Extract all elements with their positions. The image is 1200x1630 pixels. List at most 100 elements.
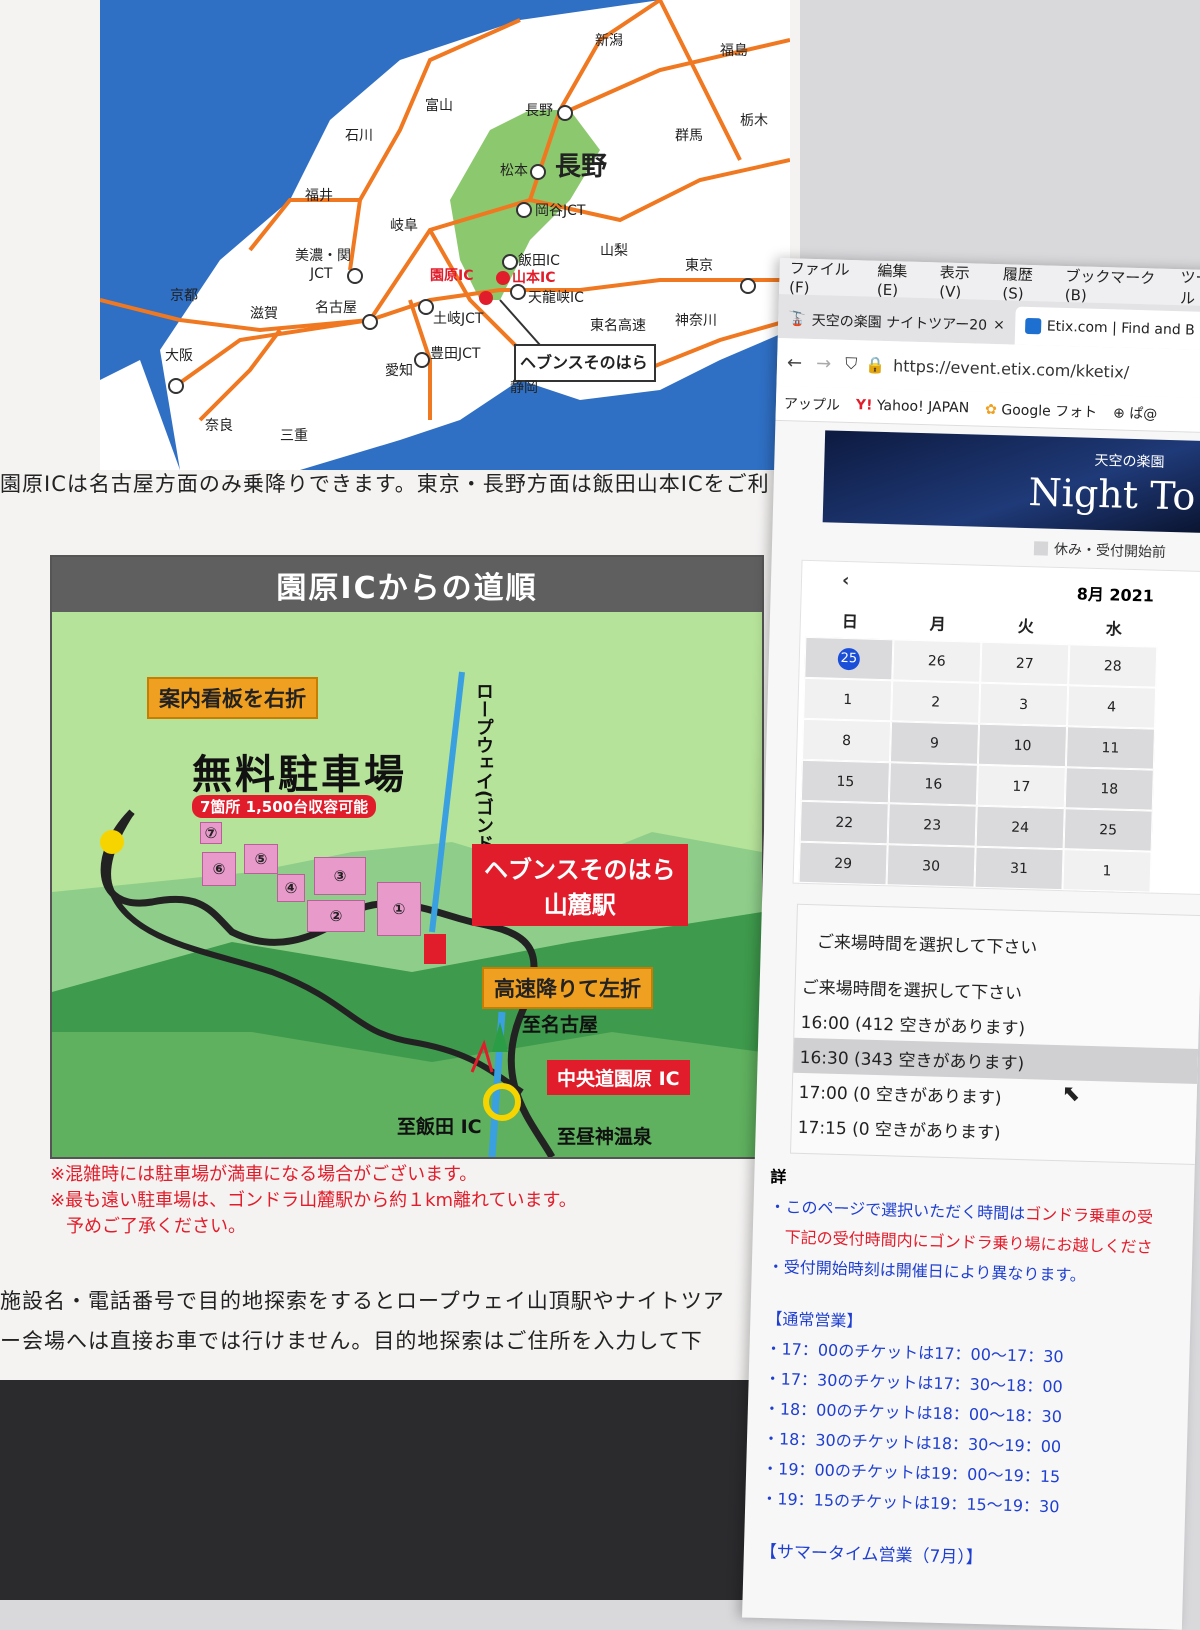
calendar-day[interactable]: 26	[892, 639, 981, 682]
svg-text:天龍峡IC: 天龍峡IC	[528, 289, 584, 306]
browser-window: ファイル(F) 編集(E) 表示(V) 履歴(S) ブックマーク(B) ツール …	[742, 258, 1200, 1630]
svg-text:群馬: 群馬	[675, 128, 703, 144]
calendar-day[interactable]: 27	[980, 642, 1069, 685]
bookmark-yahoo[interactable]: Y! Yahoo! JAPAN	[856, 397, 970, 416]
svg-text:山梨: 山梨	[600, 243, 628, 259]
menu-tools[interactable]: ツール	[1180, 266, 1200, 309]
dow-sun: 日	[805, 601, 894, 639]
menu-view[interactable]: 表示(V)	[939, 261, 985, 301]
svg-text:福井: 福井	[305, 188, 333, 204]
pinwheel-icon: ✿	[985, 402, 997, 418]
dow-tue: 火	[981, 606, 1070, 644]
gondola-icon: 🚡	[788, 311, 806, 327]
today-marker: 25	[838, 647, 861, 670]
parking-lot-4: ④	[277, 874, 305, 902]
normal-hours-heading: 【通常営業】	[766, 1305, 1191, 1341]
free-parking-title: 無料駐車場	[192, 742, 407, 800]
tab-night-tour[interactable]: 🚡 天空の楽園 ナイトツアー20 ×	[778, 300, 1016, 345]
calendar-day[interactable]: 4	[1067, 685, 1156, 728]
route-guide: 園原ICからの道順 案内看板を右折 無料駐車場 7箇所 1,500台収容可能	[50, 555, 764, 1159]
forward-arrow-icon[interactable]: →	[816, 353, 832, 374]
info-bullet-1-cont: 下記の受付時間内にゴンドラ乗り場にお越しくださ	[784, 1224, 1193, 1259]
svg-text:岐阜: 岐阜	[390, 217, 418, 234]
arrival-time-select[interactable]: ご来場時間を選択して下さい ご来場時間を選択して下さい 16:00 (412 空…	[790, 904, 1200, 1166]
calendar-day[interactable]: 10	[978, 724, 1067, 767]
svg-text:岡谷JCT: 岡谷JCT	[535, 203, 586, 219]
parking-note-3: 予めご了承ください。	[66, 1212, 246, 1238]
banner-title: Night To	[1028, 470, 1196, 519]
reception-info: 詳 ・このページで選択いただく時間はゴンドラ乗車の受 下記の受付時間内にゴンドラ…	[760, 1163, 1195, 1574]
calendar-day[interactable]: 2	[891, 680, 980, 723]
calendar-day[interactable]: 23	[888, 803, 977, 846]
schedule-item: ・17：00のチケットは17：00〜17：30	[765, 1335, 1190, 1371]
svg-text:豊田JCT: 豊田JCT	[430, 346, 481, 362]
calendar-day[interactable]: 16	[889, 762, 978, 805]
svg-text:滋賀: 滋賀	[250, 306, 278, 322]
calendar-day[interactable]: 8	[802, 719, 891, 762]
calendar-grid: 日 月 火 水 25 26 27 28 1 2 3 4 8 9 10 11 15…	[799, 601, 1200, 894]
calendar-day[interactable]: 11	[1066, 726, 1155, 769]
prev-month-button[interactable]: ‹	[842, 570, 850, 591]
svg-text:山本IC: 山本IC	[512, 269, 555, 286]
parking-lot-5: ⑤	[244, 844, 278, 874]
svg-text:静岡: 静岡	[510, 380, 538, 396]
tab-etix[interactable]: Etix.com | Find and B	[1014, 307, 1200, 350]
calendar-day[interactable]: 3	[979, 683, 1068, 726]
calendar-day[interactable]: 22	[800, 801, 889, 844]
dow-mon: 月	[893, 603, 982, 641]
calendar-day[interactable]: 1	[803, 678, 892, 721]
calendar-day[interactable]: 17	[977, 765, 1066, 808]
route-guide-body: 案内看板を右折 無料駐車場 7箇所 1,500台収容可能 ロープウェイ(ゴンドラ…	[52, 612, 762, 1157]
calendar-day[interactable]: 30	[887, 844, 976, 887]
svg-text:石川: 石川	[345, 128, 373, 144]
calendar-day[interactable]: 1	[1062, 849, 1151, 892]
parking-lot-7: ⑦	[200, 822, 222, 844]
to-iida-label: 至飯田 IC	[397, 1112, 482, 1139]
svg-text:神奈川: 神奈川	[675, 313, 717, 329]
menu-edit[interactable]: 編集(E)	[877, 259, 922, 299]
turn-left-callout: 高速降りて左折	[482, 967, 653, 1009]
tab-etix-title: Etix.com | Find and B	[1047, 318, 1195, 338]
navigation-note-line-2: ー会場へは直接お車では行けません。目的地探索はご住所を入力して下	[0, 1325, 703, 1355]
parking-lot-3: ③	[314, 857, 366, 895]
lock-icon: 🔒	[865, 355, 885, 375]
calendar-day[interactable]: 18	[1065, 767, 1154, 810]
calendar-day[interactable]: 25	[804, 637, 893, 680]
bookmark-google-photos[interactable]: ✿ Google フォト	[985, 399, 1098, 422]
route-note-text: 園原ICは名古屋方面のみ乗降りできます。東京・長野方面は飯田山本ICをご利	[0, 468, 770, 498]
calendar-month: 8月 2021	[1076, 580, 1154, 606]
address-bar[interactable]: ⛉ 🔒 https://event.etix.com/kketix/	[845, 354, 1129, 382]
schedule-item: ・18：00のチケットは18：00〜18：30	[764, 1395, 1189, 1431]
svg-text:新潟: 新潟	[595, 33, 623, 49]
globe-icon: ⊕	[1113, 405, 1125, 421]
bookmark-other[interactable]: ⊕ ぱ@	[1113, 402, 1158, 423]
menu-bookmarks[interactable]: ブックマーク(B)	[1065, 264, 1163, 306]
calendar-day[interactable]: 24	[976, 806, 1065, 849]
close-icon[interactable]: ×	[993, 317, 1005, 333]
menu-file[interactable]: ファイル(F)	[789, 258, 860, 298]
calendar-day[interactable]: 31	[974, 847, 1063, 890]
svg-text:園原IC: 園原IC	[430, 268, 473, 284]
calendar-day[interactable]: 28	[1068, 644, 1157, 687]
calendar-day[interactable]: 15	[801, 760, 890, 803]
svg-text:愛知: 愛知	[385, 362, 413, 379]
calendar-day[interactable]: 25	[1064, 808, 1153, 851]
calendar-day[interactable]: 9	[890, 721, 979, 764]
monitor-bezel	[0, 1380, 760, 1600]
svg-text:飯田IC: 飯田IC	[518, 252, 560, 269]
menu-history[interactable]: 履歴(S)	[1002, 263, 1048, 303]
base-station-callout: ヘブンスそのはら 山麓駅	[472, 844, 688, 926]
bookmark-apple[interactable]: アップル	[784, 393, 841, 415]
route-guide-title: 園原ICからの道順	[52, 557, 762, 612]
detail-heading: 詳	[770, 1163, 1195, 1199]
calendar-day[interactable]: 29	[799, 842, 888, 885]
legend-label: 休み・受付開始前	[1054, 539, 1167, 562]
calendar-legend: 休み・受付開始前	[1034, 538, 1200, 563]
back-arrow-icon[interactable]: ←	[787, 352, 803, 373]
legend-swatch	[1034, 541, 1048, 555]
bookmark-other-label: ぱ@	[1129, 406, 1157, 423]
bookmark-apple-label: アップル	[784, 396, 840, 414]
svg-text:大阪: 大阪	[165, 348, 193, 364]
base-station-name: ヘブンスそのはら	[484, 850, 676, 885]
dow-wed: 水	[1069, 608, 1158, 646]
